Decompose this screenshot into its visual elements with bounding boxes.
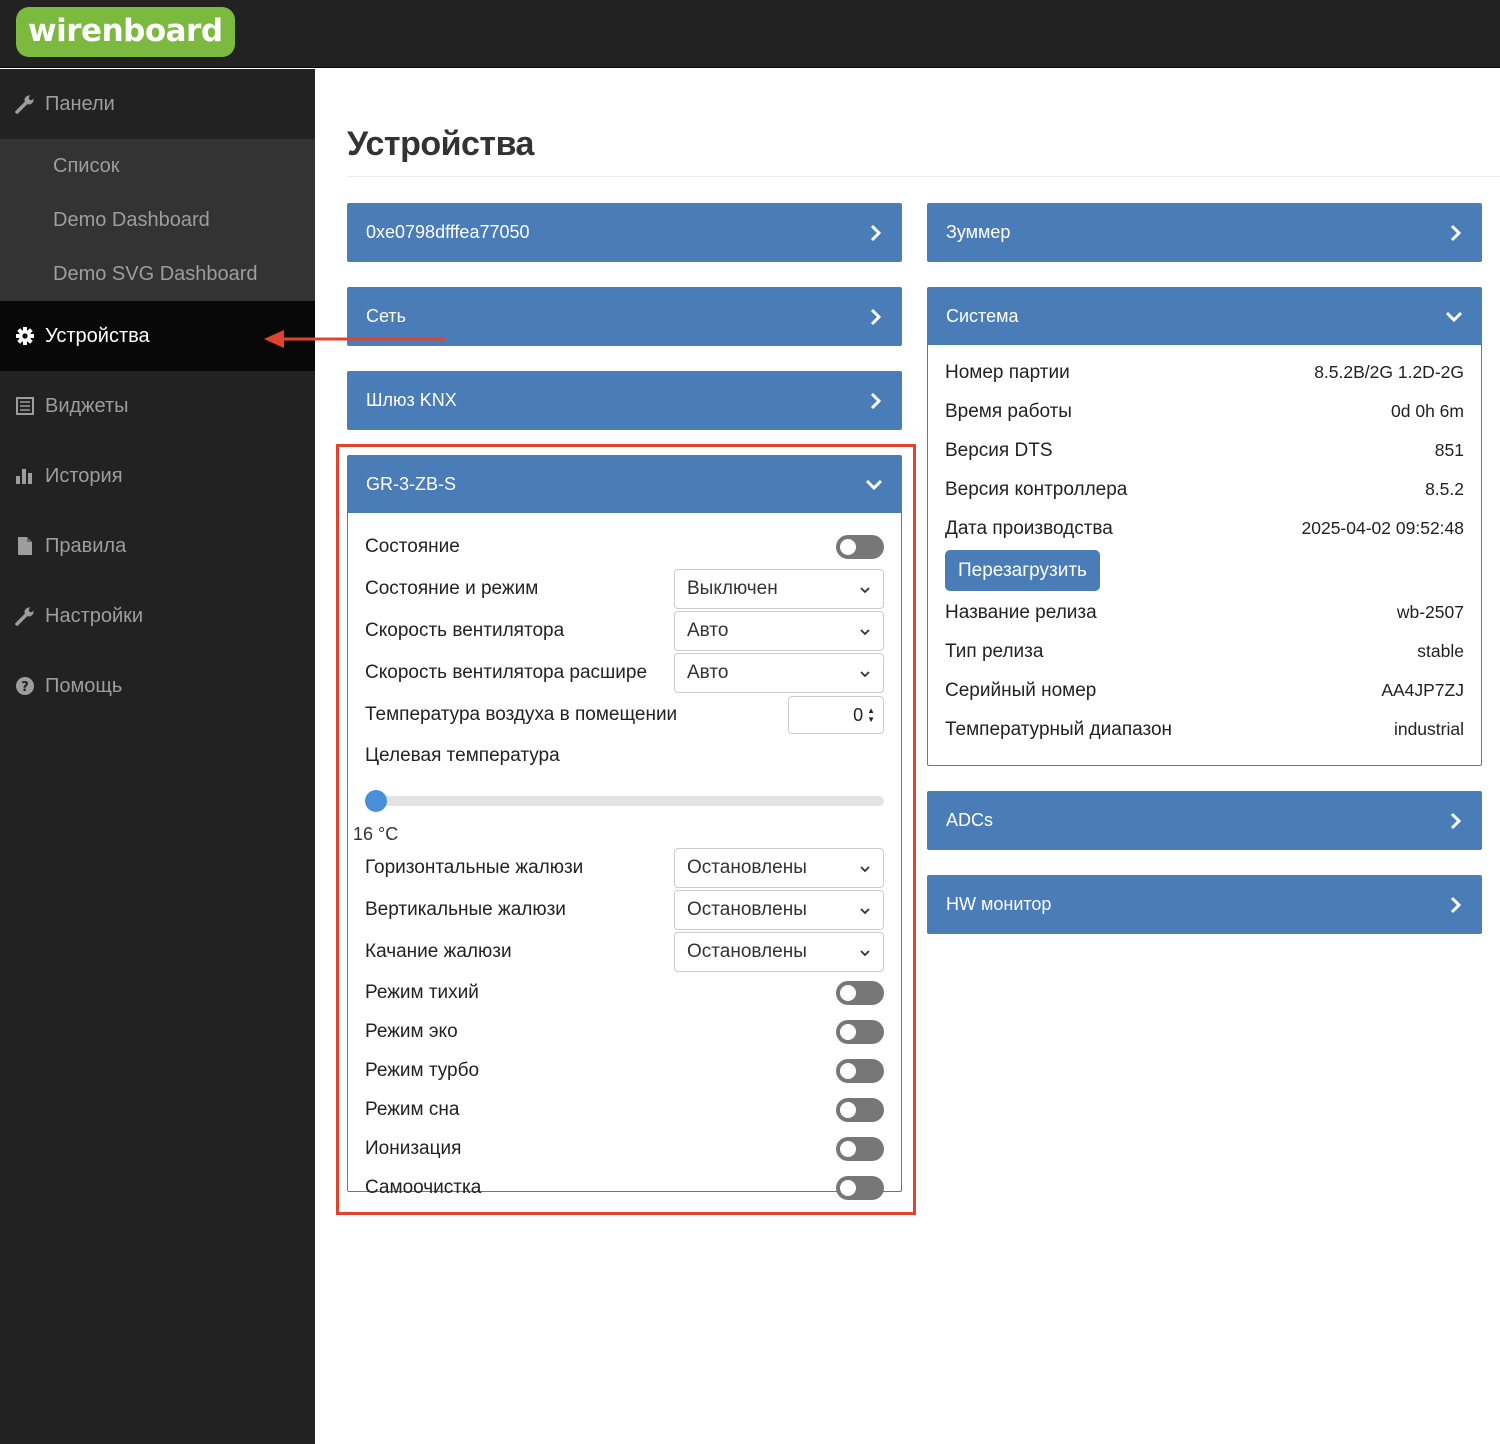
file-icon [14,535,36,557]
subnav-item-demo-svg-dashboard[interactable]: Demo SVG Dashboard [0,247,315,301]
panels-subnav: Список Demo Dashboard Demo SVG Dashboard [0,139,315,301]
device-panel-buzzer[interactable]: Зуммер [927,203,1482,262]
sidebar-item-history[interactable]: История [0,441,315,511]
device-panel-hw-monitor[interactable]: HW монитор [927,875,1482,934]
info-label: Версия контроллера [945,478,1128,500]
info-row: Версия DTS 851 [945,431,1464,470]
sidebar-item-widgets[interactable]: Виджеты [0,371,315,441]
sidebar-item-label: Панели [45,92,115,115]
info-value: 851 [1434,440,1464,460]
info-value: industrial [1393,719,1464,739]
chevron-right-icon [1449,896,1463,914]
reboot-button[interactable]: Перезагрузить [945,550,1100,591]
panel-header[interactable]: Шлюз KNX [348,372,901,429]
question-circle-icon: ? [14,675,36,697]
info-value: stable [1417,641,1464,661]
panel-header[interactable]: 0xe0798dfffea77050 [348,204,901,261]
chevron-right-icon [869,224,883,242]
info-label: Версия DTS [945,439,1053,461]
chevron-down-icon [1445,310,1463,324]
info-label: Серийный номер [945,679,1097,701]
gear-icon [14,325,36,347]
sidebar-item-label: Виджеты [45,394,129,417]
sidebar-item-label: Устройства [45,324,150,347]
chevron-right-icon [1449,812,1463,830]
info-row: Дата производства 2025-04-02 09:52:48 [945,509,1464,548]
info-label: Температурный диапазон [945,718,1173,740]
info-row: Тип релиза stable [945,632,1464,671]
info-row: Серийный номер AA4JP7ZJ [945,671,1464,710]
info-value: 8.5.2 [1425,479,1464,499]
panel-title: ADCs [946,810,994,830]
sidebar-item-label: Помощь [45,674,123,697]
title-divider [347,176,1500,177]
panel-title: Сеть [366,306,407,326]
info-row: Версия контроллера 8.5.2 [945,470,1464,509]
annotation-arrow-icon [264,330,445,348]
wrench-icon [14,605,36,627]
chevron-right-icon [869,392,883,410]
info-label: Время работы [945,400,1072,422]
info-row: Время работы 0d 0h 6m [945,392,1464,431]
device-panel-0xe0798dfffea77050[interactable]: 0xe0798dfffea77050 [347,203,902,262]
wirenboard-logo[interactable]: wirenboard [16,7,235,57]
info-row: Температурный диапазон industrial [945,710,1464,749]
sidebar-item-label: Настройки [45,604,144,627]
subnav-item-list[interactable]: Список [0,139,315,193]
list-icon [14,395,36,417]
info-label: Дата производства [945,517,1113,539]
panel-title: Шлюз KNX [366,390,457,410]
sidebar-item-rules[interactable]: Правила [0,511,315,581]
chevron-right-icon [1449,224,1463,242]
sidebar-item-settings[interactable]: Настройки [0,581,315,651]
info-value: AA4JP7ZJ [1381,680,1464,700]
page-title: Устройства [347,125,534,163]
info-value: 8.5.2B/2G 1.2D-2G [1314,362,1464,382]
info-label: Тип релиза [945,640,1044,662]
info-label: Номер партии [945,361,1070,383]
sidebar-item-panels[interactable]: Панели [0,69,315,139]
highlight-box [336,444,916,1215]
top-navbar: wirenboard [0,0,1500,68]
panel-title: Зуммер [946,222,1011,242]
panel-title: HW монитор [946,894,1052,914]
svg-text:?: ? [21,680,29,695]
sidebar-item-help[interactable]: ? Помощь [0,651,315,721]
panel-title: 0xe0798dfffea77050 [366,222,530,242]
info-value: wb-2507 [1396,602,1464,622]
sidebar-item-label: История [45,464,123,487]
info-value: 0d 0h 6m [1391,401,1464,421]
device-panel-knx-gateway[interactable]: Шлюз KNX [347,371,902,430]
info-row: Номер партии 8.5.2B/2G 1.2D-2G [945,353,1464,392]
sidebar: Панели Список Demo Dashboard Demo SVG Da… [0,69,315,1444]
device-panel-adcs[interactable]: ADCs [927,791,1482,850]
panel-header[interactable]: Система [928,288,1481,345]
subnav-item-demo-dashboard[interactable]: Demo Dashboard [0,193,315,247]
panel-header[interactable]: Зуммер [928,204,1481,261]
wrench-icon [14,93,36,115]
info-value: 2025-04-02 09:52:48 [1301,518,1465,538]
chevron-right-icon [869,308,883,326]
panel-title: Система [946,306,1019,326]
panel-header[interactable]: ADCs [928,792,1481,849]
info-label: Название релиза [945,601,1097,623]
sidebar-item-label: Правила [45,534,127,557]
bar-chart-icon [14,465,36,487]
device-panel-system: Система Номер партии 8.5.2B/2G 1.2D-2G Вр… [927,287,1482,766]
panel-header[interactable]: HW монитор [928,876,1481,933]
info-row: Название релиза wb-2507 [945,593,1464,632]
